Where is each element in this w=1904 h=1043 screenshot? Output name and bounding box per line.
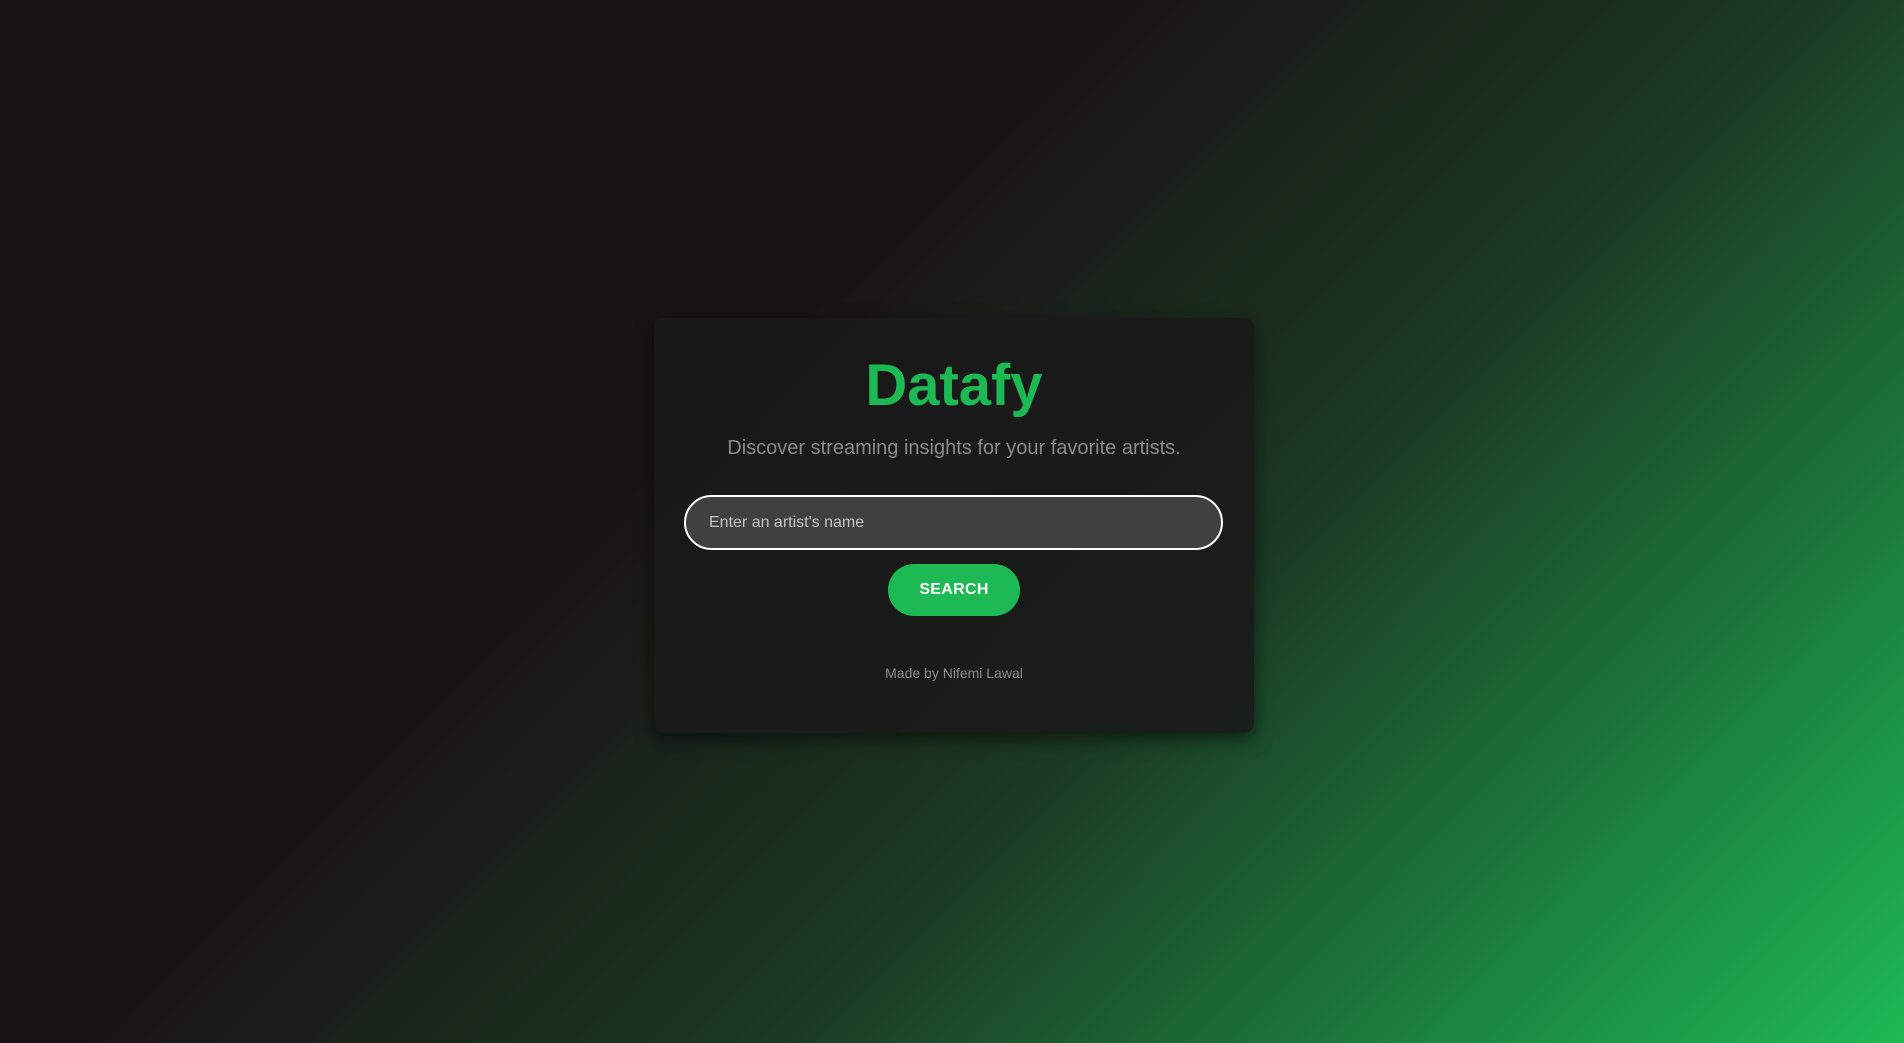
search-button[interactable]: SEARCH	[888, 564, 1020, 616]
artist-search-input[interactable]	[684, 495, 1223, 550]
app-title: Datafy	[865, 353, 1043, 418]
page-background: { "app": { "title": "Datafy", "subtitle"…	[0, 0, 1904, 1043]
footer-credit: Made by Nifemi Lawal	[885, 665, 1023, 681]
app-subtitle: Discover streaming insights for your fav…	[727, 437, 1181, 459]
search-card: Datafy Discover streaming insights for y…	[654, 318, 1254, 733]
